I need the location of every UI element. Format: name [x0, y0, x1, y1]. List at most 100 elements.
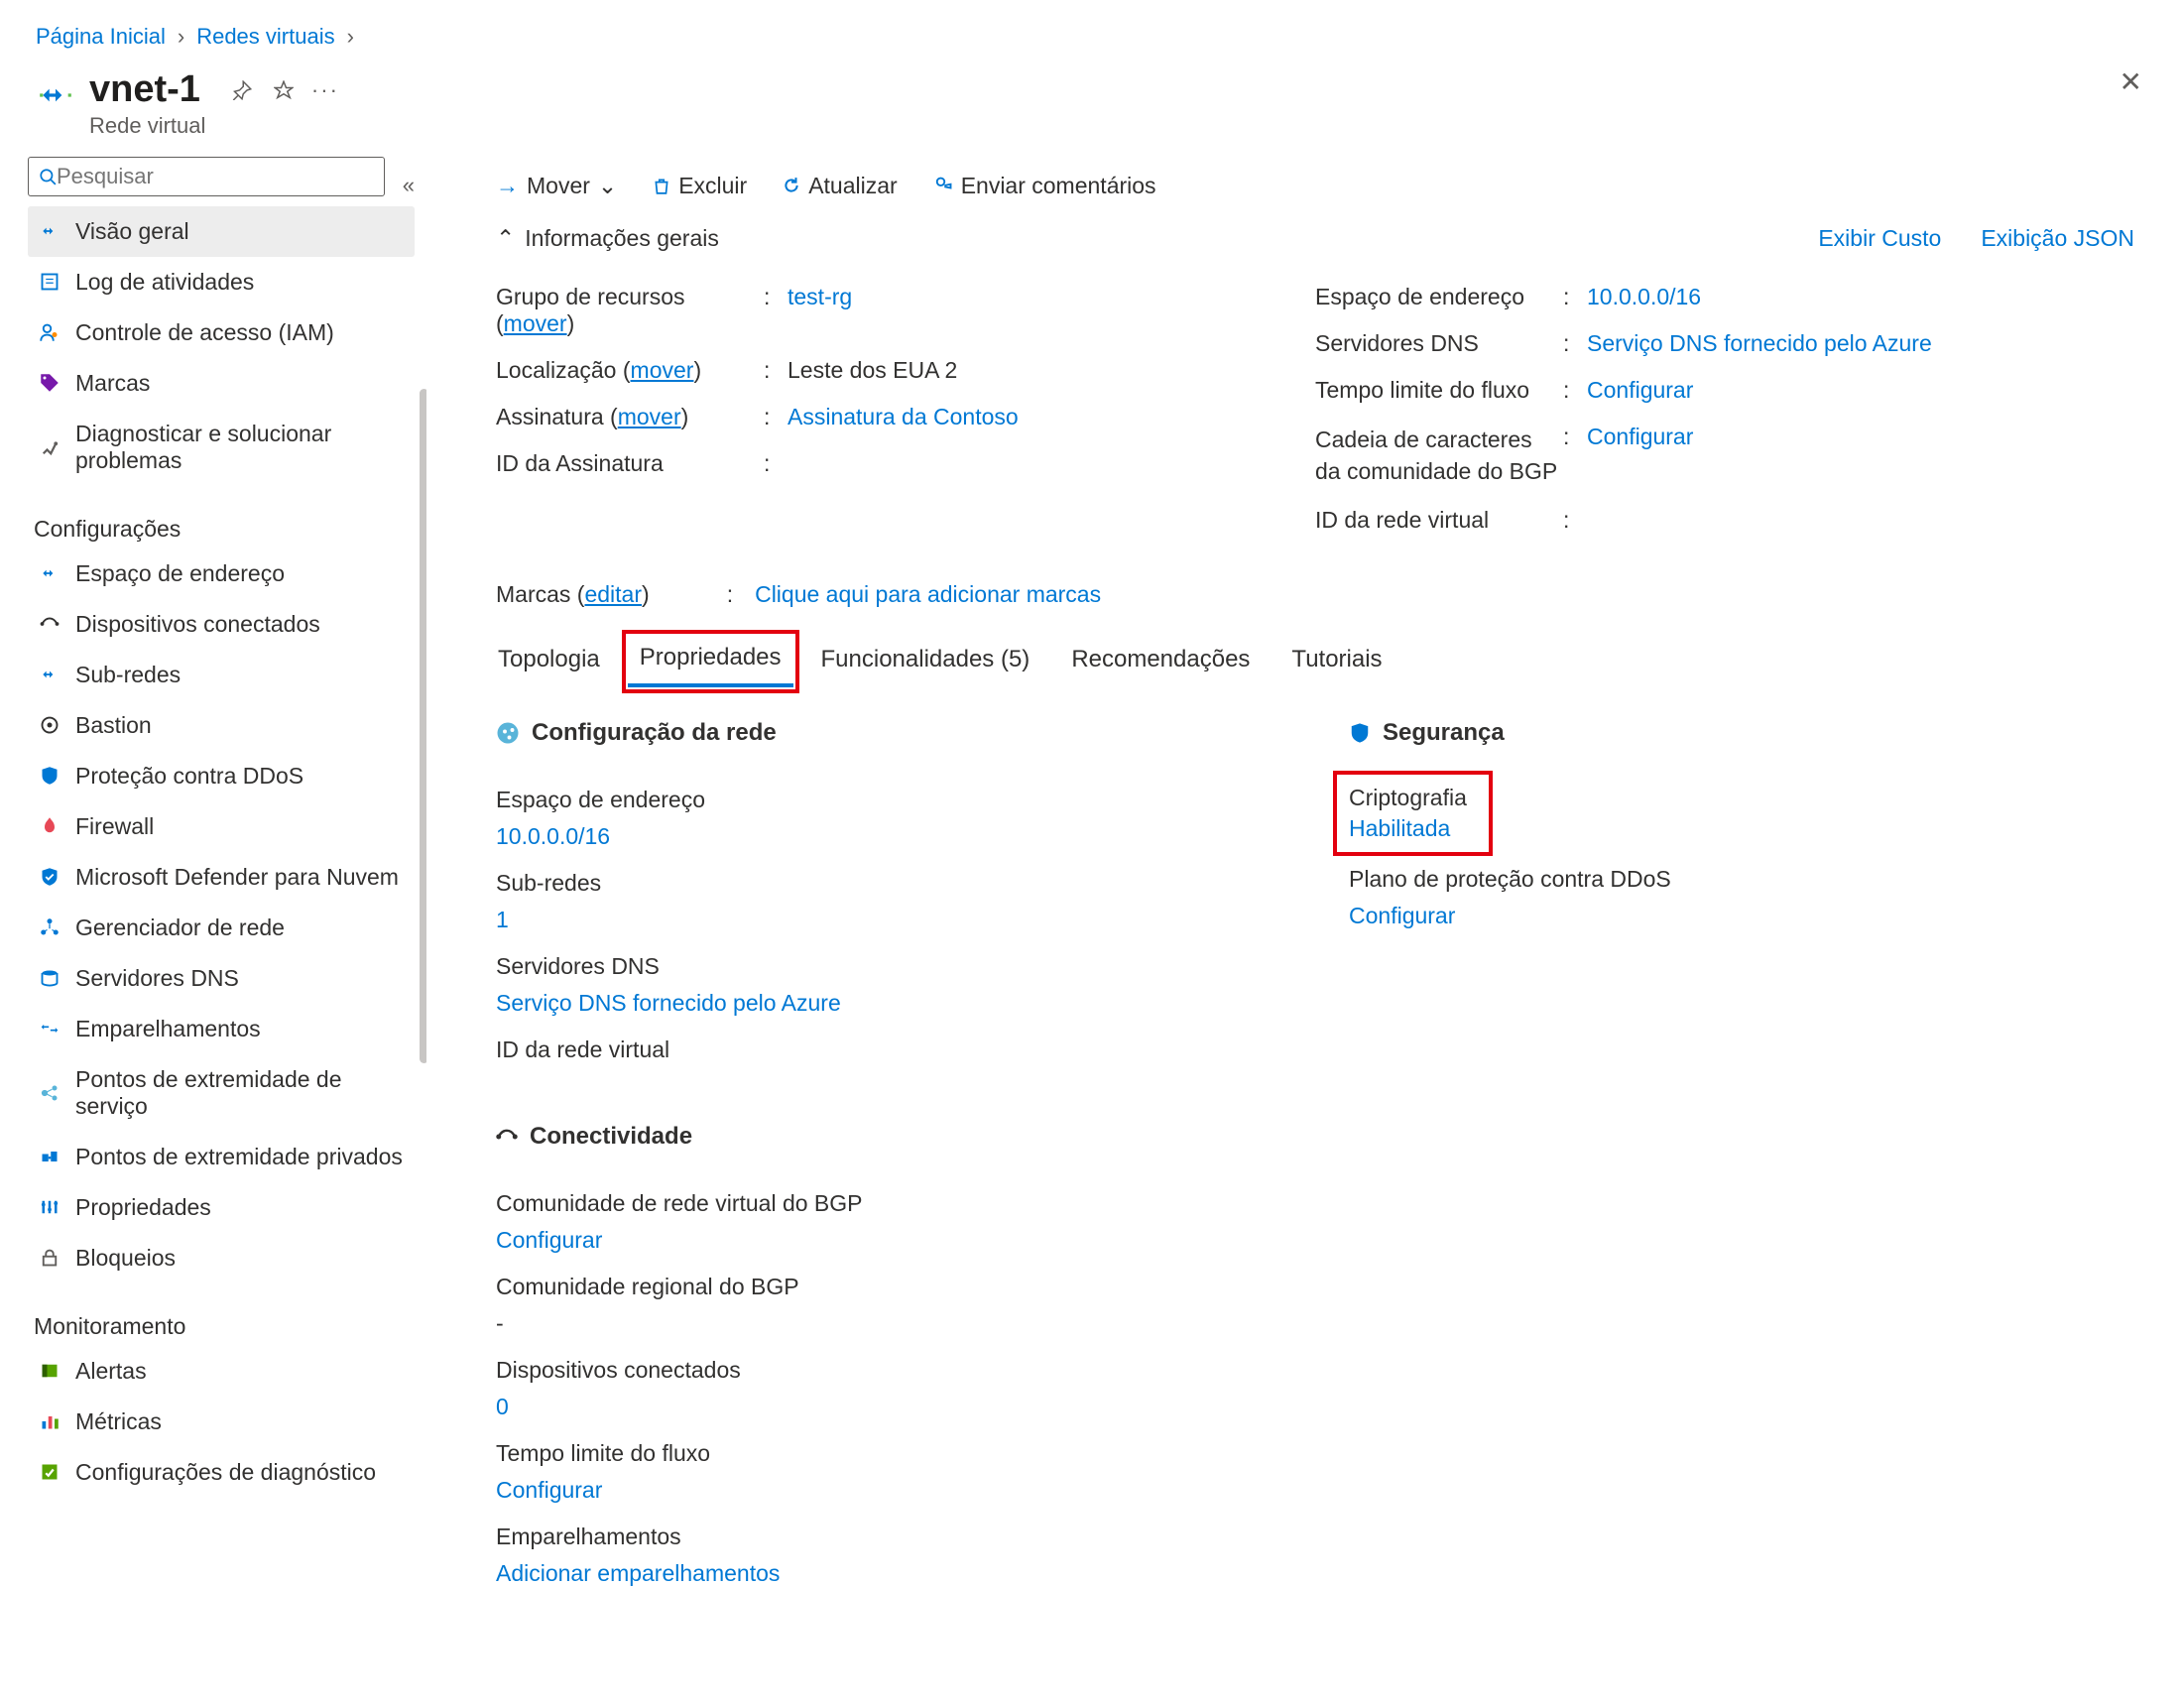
sidebar-item-metrics[interactable]: Métricas [28, 1397, 415, 1447]
breadcrumb-home[interactable]: Página Inicial [36, 24, 166, 50]
diagnose-icon [38, 435, 61, 459]
sidebar-item-defender[interactable]: Microsoft Defender para Nuvem [28, 852, 415, 903]
card-title-text: Configuração da rede [532, 719, 777, 747]
tab-properties[interactable]: Propriedades [628, 636, 793, 687]
vnet-resource-icon [36, 75, 75, 115]
sidebar-item-ddos[interactable]: Proteção contra DDoS [28, 751, 415, 801]
sidebar-item-tags[interactable]: Marcas [28, 358, 415, 409]
sidebar-item-subnets[interactable]: Sub-redes [28, 650, 415, 700]
search-input-wrap[interactable] [28, 157, 385, 196]
cmd-label: Mover [527, 173, 590, 199]
sidebar-item-properties[interactable]: Propriedades [28, 1182, 415, 1233]
move-location-link[interactable]: mover [631, 357, 694, 383]
sidebar-section-monitoring: Monitoramento [28, 1283, 415, 1346]
properties-icon [38, 1195, 61, 1219]
ess-subid-label: ID da Assinatura [496, 450, 764, 477]
ess-flow-value[interactable]: Configurar [1587, 377, 2134, 404]
sidebar-item-bastion[interactable]: Bastion [28, 700, 415, 751]
security-crypto-label: Criptografia [1349, 785, 1467, 811]
sidebar-item-network-manager[interactable]: Gerenciador de rede [28, 903, 415, 953]
netcfg-addr-value[interactable]: 10.0.0.0/16 [496, 823, 610, 849]
netcfg-addr-label: Espaço de endereço [496, 787, 1250, 813]
search-input[interactable] [57, 164, 374, 189]
tab-topology[interactable]: Topologia [496, 636, 602, 687]
collapse-sidebar-icon[interactable]: « [403, 173, 415, 198]
ess-dns-value[interactable]: Serviço DNS fornecido pelo Azure [1587, 330, 2134, 357]
json-view-link[interactable]: Exibição JSON [1981, 225, 2134, 252]
sidebar-item-diagnose[interactable]: Diagnosticar e solucionar problemas [28, 409, 415, 486]
conn-add-peerings-link[interactable]: Adicionar emparelhamentos [496, 1560, 780, 1586]
tab-recommendations[interactable]: Recomendações [1069, 636, 1252, 687]
add-tags-link[interactable]: Clique aqui para adicionar marcas [755, 581, 1101, 608]
refresh-icon [783, 177, 800, 194]
pin-icon[interactable] [228, 76, 256, 104]
netcfg-dns-value[interactable]: Serviço DNS fornecido pelo Azure [496, 990, 841, 1016]
move-sub-link[interactable]: mover [618, 404, 681, 429]
essentials-toggle[interactable]: ⌃ Informações gerais [496, 225, 719, 274]
conn-peerings-label: Emparelhamentos [496, 1524, 1250, 1550]
card-title-text: Conectividade [530, 1123, 692, 1151]
delete-button[interactable]: Excluir [653, 173, 747, 199]
ess-flow-label: Tempo limite do fluxo [1315, 377, 1563, 404]
sidebar-item-label: Microsoft Defender para Nuvem [75, 864, 399, 891]
sidebar-item-locks[interactable]: Bloqueios [28, 1233, 415, 1283]
ess-bgp-value[interactable]: Configurar [1587, 424, 2134, 450]
sidebar-item-label: Controle de acesso (IAM) [75, 319, 334, 346]
sidebar-item-connected-devices[interactable]: Dispositivos conectados [28, 599, 415, 650]
sidebar-item-diagnostic-settings[interactable]: Configurações de diagnóstico [28, 1447, 415, 1498]
ess-location-value: Leste dos EUA 2 [788, 357, 1315, 384]
move-button[interactable]: → Mover ⌄ [496, 173, 617, 199]
sidebar-item-peerings[interactable]: Emparelhamentos [28, 1004, 415, 1054]
sidebar-item-alerts[interactable]: Alertas [28, 1346, 415, 1397]
diagnostic-icon [38, 1460, 61, 1484]
peerings-icon [38, 1017, 61, 1040]
chevron-up-icon: ⌃ [496, 225, 515, 252]
command-bar: → Mover ⌄ Excluir Atualizar Enviar comen… [496, 161, 2134, 225]
show-cost-link[interactable]: Exibir Custo [1818, 225, 1941, 252]
security-crypto-value[interactable]: Habilitada [1349, 815, 1450, 841]
sidebar-item-firewall[interactable]: Firewall [28, 801, 415, 852]
sidebar-item-dns-servers[interactable]: Servidores DNS [28, 953, 415, 1004]
netcfg-vnetid-label: ID da rede virtual [496, 1037, 1250, 1063]
sidebar-item-label: Diagnosticar e solucionar problemas [75, 421, 405, 474]
breadcrumb-vnets[interactable]: Redes virtuais [196, 24, 334, 50]
sidebar: « Visão geral Log de atividades Controle… [0, 151, 426, 1708]
ess-addr-value[interactable]: 10.0.0.0/16 [1587, 284, 2134, 310]
scrollbar-thumb[interactable] [420, 389, 426, 1063]
chevron-down-icon: ⌄ [598, 173, 617, 199]
netcfg-subnets-value[interactable]: 1 [496, 907, 509, 932]
cmd-label: Enviar comentários [961, 173, 1156, 199]
move-rg-link[interactable]: mover [504, 310, 567, 336]
sidebar-item-label: Configurações de diagnóstico [75, 1459, 376, 1486]
ess-vnetid-label: ID da rede virtual [1315, 507, 1563, 534]
search-icon [39, 168, 57, 185]
firewall-icon [38, 814, 61, 838]
sidebar-section-settings: Configurações [28, 486, 415, 549]
conn-flow-value[interactable]: Configurar [496, 1477, 602, 1503]
feedback-button[interactable]: Enviar comentários [933, 173, 1156, 199]
star-icon[interactable] [270, 76, 298, 104]
sidebar-item-label: Visão geral [75, 218, 189, 245]
conn-bgp-vnet-value[interactable]: Configurar [496, 1227, 602, 1253]
close-icon[interactable]: ✕ [2120, 65, 2142, 98]
tab-capabilities[interactable]: Funcionalidades (5) [819, 636, 1032, 687]
sidebar-item-overview[interactable]: Visão geral [28, 206, 415, 257]
conn-devices-value[interactable]: 0 [496, 1394, 509, 1419]
sidebar-item-iam[interactable]: Controle de acesso (IAM) [28, 307, 415, 358]
sidebar-item-service-endpoints[interactable]: Pontos de extremidade de serviço [28, 1054, 415, 1132]
trash-icon [653, 177, 670, 194]
essentials-label: Informações gerais [525, 225, 719, 252]
security-ddos-value[interactable]: Configurar [1349, 903, 1455, 928]
sidebar-item-address-space[interactable]: Espaço de endereço [28, 549, 415, 599]
sidebar-item-private-endpoints[interactable]: Pontos de extremidade privados [28, 1132, 415, 1182]
ess-sub-value[interactable]: Assinatura da Contoso [788, 404, 1315, 430]
edit-tags-link[interactable]: editar [584, 581, 642, 607]
tab-tutorials[interactable]: Tutoriais [1289, 636, 1384, 687]
netcfg-dns-label: Servidores DNS [496, 953, 1250, 980]
bastion-icon [38, 713, 61, 737]
more-icon[interactable]: ··· [311, 76, 339, 104]
ess-rg-value[interactable]: test-rg [788, 284, 1315, 310]
refresh-button[interactable]: Atualizar [783, 173, 897, 199]
sidebar-item-activity-log[interactable]: Log de atividades [28, 257, 415, 307]
sidebar-item-label: Espaço de endereço [75, 560, 285, 587]
